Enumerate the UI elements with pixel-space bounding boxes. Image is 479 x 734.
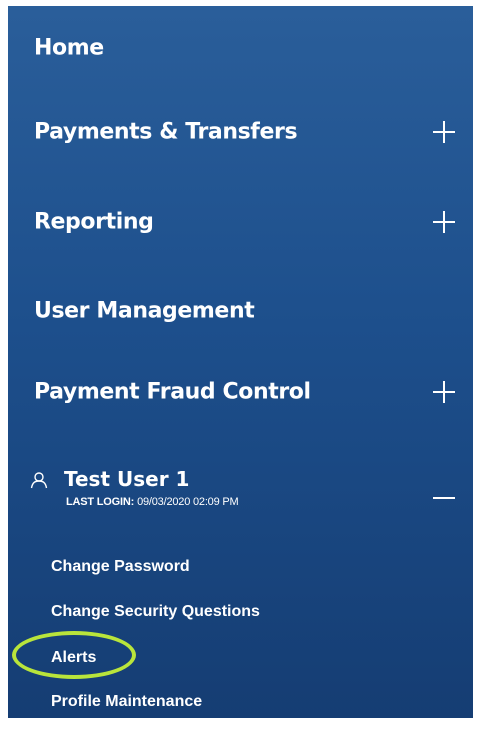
nav-item-label: Payments & Transfers [34,119,298,145]
user-menu-toggle[interactable]: Test User 1 LAST LOGIN: 09/03/2020 02:09 … [8,463,473,523]
last-login-label: LAST LOGIN: [66,496,135,508]
nav-item-label: Home [34,35,104,61]
nav-item-label: Payment Fraud Control [34,379,311,405]
nav-item-label: Reporting [34,209,154,235]
plus-icon[interactable] [433,211,455,233]
nav-item-reporting[interactable]: Reporting [8,192,473,252]
plus-icon[interactable] [433,381,455,403]
submenu-item-change-password[interactable]: Change Password [51,558,190,576]
minus-icon[interactable] [433,487,455,509]
last-login-value: 09/03/2020 02:09 PM [137,496,239,508]
user-icon [30,471,48,489]
last-login: LAST LOGIN: 09/03/2020 02:09 PM [66,496,239,508]
plus-icon[interactable] [433,121,455,143]
nav-item-payment-fraud-control[interactable]: Payment Fraud Control [8,362,473,422]
submenu-item-change-security-questions[interactable]: Change Security Questions [51,603,260,621]
nav-item-label: User Management [34,298,255,324]
nav-item-home[interactable]: Home [8,18,473,78]
submenu-item-profile-maintenance[interactable]: Profile Maintenance [51,693,202,711]
submenu-item-alerts[interactable]: Alerts [51,649,96,667]
navigation-panel: Home Payments & Transfers Reporting User… [8,6,473,718]
user-name: Test User 1 [64,467,190,491]
nav-item-user-management[interactable]: User Management [8,281,473,341]
nav-item-payments-transfers[interactable]: Payments & Transfers [8,102,473,162]
